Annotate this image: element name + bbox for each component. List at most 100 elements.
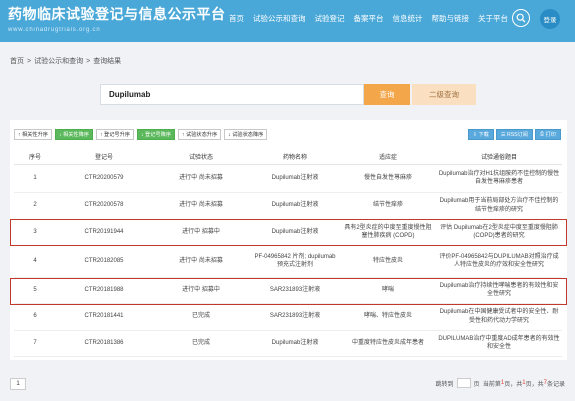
breadcrumb-current: 查询结果 [93, 58, 122, 65]
table-row[interactable]: 3 CTR20191944 进行中 招募中 Dupilumab注射液 具有2型炎… [14, 219, 562, 246]
cell-drug: Dupilumab注射液 [250, 164, 340, 193]
table-header-row: 序号 登记号 试验状态 药物名称 适应症 试验通俗题目 [14, 150, 562, 165]
results-table: 序号 登记号 试验状态 药物名称 适应症 试验通俗题目 1 CTR2020057… [14, 150, 562, 357]
table-row[interactable]: 2 CTR20200578 进行中 尚未招募 Dupilumab注射液 结节性痒… [14, 192, 562, 220]
cell-indication: 哮喘 [340, 277, 436, 304]
cell-regno[interactable]: CTR20191944 [56, 219, 152, 246]
col-header-title: 试验通俗题目 [436, 150, 562, 165]
results-panel: ↑ 相关性升序 ↓ 相关性降序 ↑ 登记号升序 ↓ 登记号降序 ↑ 试验状态升序… [10, 120, 567, 360]
cell-indication: 中重度特应性皮炎成年患者 [340, 330, 436, 357]
nav-home[interactable]: 首页 [229, 13, 244, 24]
nav-trial-registration[interactable]: 试验登记 [315, 13, 345, 24]
rss-button[interactable]: ☰ RSS订阅 [495, 129, 533, 140]
download-button[interactable]: ⇩ 下载 [467, 129, 494, 140]
table-row[interactable]: 1 CTR20200579 进行中 尚未招募 Dupilumab注射液 慢性自发… [14, 164, 562, 193]
cell-regno[interactable]: CTR20200578 [56, 192, 152, 220]
cell-title[interactable]: Dupilumab用于当前局部处方治疗不佳控制的结节性痒疹的研究 [436, 192, 562, 220]
cell-regno[interactable]: CTR20181441 [56, 303, 152, 331]
current-prefix: 当前第 [482, 381, 501, 388]
goto-page-input[interactable] [456, 378, 471, 388]
rss-icon: ☰ [500, 131, 506, 138]
cell-drug: SAR231893注射液 [250, 277, 340, 304]
table-row[interactable]: 5 CTR20181988 进行中 招募中 SAR231893注射液 哮喘 Du… [14, 277, 562, 304]
pagination: 跳转到 页 当前第 1 页，共 1 页，共 7 条记录 [436, 378, 565, 388]
nav-trial-query[interactable]: 试验公示和查询 [253, 13, 306, 24]
site-title: 药物临床试验登记与信息公示平台 [8, 6, 226, 22]
records-mid: 页，共 [525, 381, 544, 388]
cell-index: 1 [14, 164, 56, 193]
cell-index: 3 [14, 219, 56, 246]
cell-drug: Dupilumab注射液 [250, 330, 340, 357]
cell-regno[interactable]: CTR20181988 [56, 277, 152, 304]
cell-status: 已完成 [152, 330, 250, 357]
search-icon[interactable] [512, 9, 530, 27]
cell-index: 4 [14, 245, 56, 278]
page-number-button[interactable]: 1 [10, 378, 26, 390]
table-row[interactable]: 6 CTR20181441 已完成 SAR231893注射液 哮喘、特应性皮炎 … [14, 303, 562, 331]
sort-relevance-asc-button[interactable]: ↑ 相关性升序 [14, 129, 52, 140]
cell-status: 进行中 尚未招募 [152, 164, 250, 193]
advanced-query-button[interactable]: 二级查询 [412, 84, 476, 105]
sort-relevance-desc-button[interactable]: ↓ 相关性降序 [55, 129, 93, 140]
cell-status: 进行中 招募中 [152, 219, 250, 246]
breadcrumb: 首页 > 试验公示和查询 > 查询结果 [10, 58, 122, 65]
cell-index: 5 [14, 277, 56, 304]
col-header-index: 序号 [14, 150, 56, 165]
cell-regno[interactable]: CTR20182085 [56, 245, 152, 278]
cell-status: 进行中 尚未招募 [152, 192, 250, 220]
cell-title[interactable]: 评价PF-04965842与DUPILUMAB对照治疗成人特应性皮炎的疗效和安全… [436, 245, 562, 278]
cell-drug: SAR231893注射液 [250, 303, 340, 331]
goto-unit: 页 [473, 381, 480, 388]
cell-status: 进行中 尚未招募 [152, 245, 250, 278]
cell-title[interactable]: DUPILUMAB治疗中重度AD成年患者的有效性和安全性 [436, 330, 562, 357]
sort-status-desc-button[interactable]: ↓ 试验状态降序 [224, 129, 268, 140]
sort-status-asc-button[interactable]: ↑ 试验状态升序 [178, 129, 222, 140]
site-logo[interactable]: 药物临床试验登记与信息公示平台 www.chinadrugtrials.org.… [8, 4, 226, 33]
nav-filing-platform[interactable]: 备案平台 [354, 13, 384, 24]
cell-index: 6 [14, 303, 56, 331]
cell-indication: 哮喘、特应性皮炎 [340, 303, 436, 331]
nav-statistics[interactable]: 信息统计 [393, 13, 423, 24]
site-url: www.chinadrugtrials.org.cn [8, 27, 101, 33]
cell-drug: Dupilumab注射液 [250, 192, 340, 220]
sort-regno-asc-button[interactable]: ↑ 登记号升序 [96, 129, 134, 140]
cell-regno[interactable]: CTR20200579 [56, 164, 152, 193]
cell-title[interactable]: Dupilumab在中国健康受试者中的安全性、耐受性和药代动力学研究 [436, 303, 562, 331]
breadcrumb-home[interactable]: 首页 [10, 58, 24, 65]
print-button[interactable]: ⎙ 打印 [535, 129, 561, 140]
cell-title[interactable]: 评估 Dupilumab在2型炎症中度至重度慢阻肺(COPD)患者的研究 [436, 219, 562, 246]
cell-status: 进行中 招募中 [152, 277, 250, 304]
download-icon: ⇩ [472, 131, 477, 138]
cell-indication: 慢性自发性荨麻疹 [340, 164, 436, 193]
nav-about[interactable]: 关于平台 [478, 13, 508, 24]
nav-help-links[interactable]: 帮助与链接 [432, 13, 470, 24]
sort-regno-desc-button[interactable]: ↓ 登记号降序 [137, 129, 175, 140]
cell-status: 已完成 [152, 303, 250, 331]
col-header-status: 试验状态 [152, 150, 250, 165]
cell-index: 7 [14, 330, 56, 357]
cell-indication: 结节性痒疹 [340, 192, 436, 220]
cell-title[interactable]: Dupilumab治疗对H1抗组胺药不佳控制的慢性自发性荨麻疹患者 [436, 164, 562, 193]
search-input[interactable]: Dupilumab [100, 84, 364, 105]
cell-drug: PF-04965842 片剂; dupilumab 预充式注射剂 [250, 245, 340, 278]
query-button[interactable]: 查询 [364, 84, 410, 105]
col-header-drug: 药物名称 [250, 150, 340, 165]
export-toolbar: ⇩ 下载 ☰ RSS订阅 ⎙ 打印 [467, 129, 561, 140]
cell-drug: Dupilumab注射液 [250, 219, 340, 246]
cell-indication: 特应性皮炎 [340, 245, 436, 278]
col-header-indication: 适应症 [340, 150, 436, 165]
table-row[interactable]: 7 CTR20181386 已完成 Dupilumab注射液 中重度特应性皮炎成… [14, 330, 562, 357]
cell-index: 2 [14, 192, 56, 220]
login-button[interactable]: 登录 [540, 9, 560, 29]
records-suffix: 条记录 [546, 381, 565, 388]
table-row[interactable]: 4 CTR20182085 进行中 尚未招募 PF-04965842 片剂; d… [14, 245, 562, 278]
sort-toolbar: ↑ 相关性升序 ↓ 相关性降序 ↑ 登记号升序 ↓ 登记号降序 ↑ 试验状态升序… [14, 129, 268, 140]
breadcrumb-trial-query[interactable]: 试验公示和查询 [34, 58, 83, 65]
cell-regno[interactable]: CTR20181386 [56, 330, 152, 357]
total-pages-mid: 页，共 [504, 381, 523, 388]
top-header: 药物临床试验登记与信息公示平台 www.chinadrugtrials.org.… [0, 0, 575, 42]
cell-title[interactable]: Dupilumab治疗持续性哮喘患者的有效性和安全性研究 [436, 277, 562, 304]
cell-indication: 具有2型炎症的中度至重度慢性阻塞性肺疾病 (COPD) [340, 219, 436, 246]
print-icon: ⎙ [540, 131, 545, 137]
main-nav: 首页 试验公示和查询 试验登记 备案平台 信息统计 帮助与链接 关于平台 [229, 13, 508, 24]
